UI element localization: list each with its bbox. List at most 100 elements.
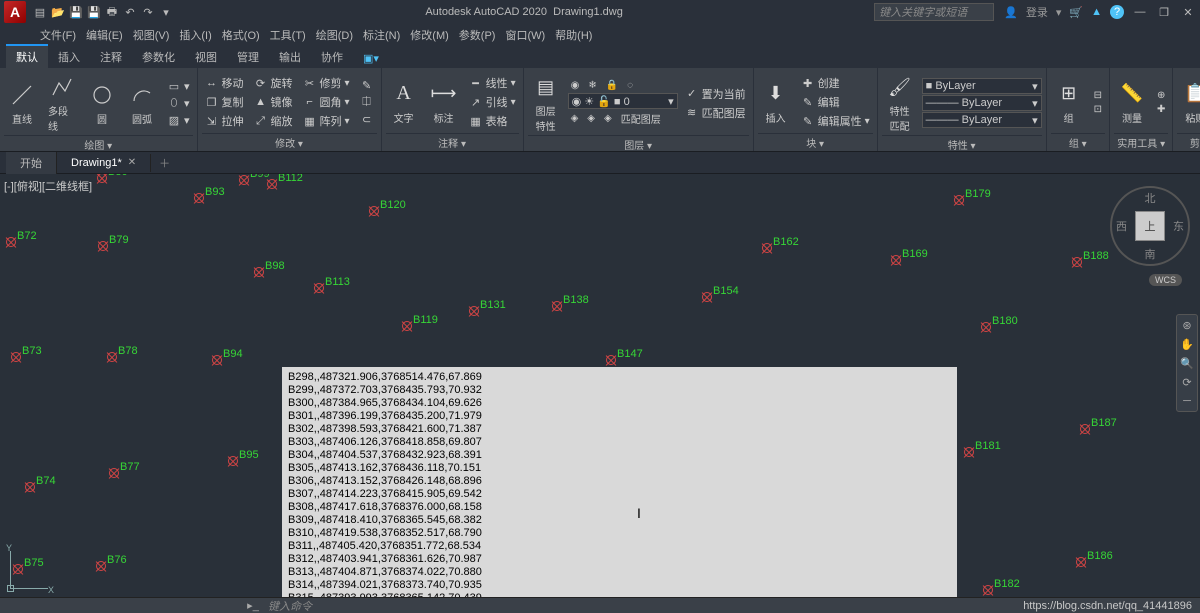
qat-open-icon[interactable]: 📂 bbox=[50, 4, 66, 20]
arc-button[interactable]: 圆弧 bbox=[124, 79, 160, 128]
viewport-label[interactable]: [-][俯视][二维线框] bbox=[4, 178, 92, 194]
user-icon[interactable]: 👤 bbox=[1004, 6, 1018, 19]
view-cube[interactable]: 北 南 东 西 上 bbox=[1110, 186, 1190, 266]
survey-point[interactable]: B154 bbox=[701, 291, 713, 303]
menu-param[interactable]: 参数(P) bbox=[455, 25, 500, 45]
qat-redo-icon[interactable]: ↷ bbox=[140, 4, 156, 20]
menu-view[interactable]: 视图(V) bbox=[129, 25, 174, 45]
ribbon-tab-annotate[interactable]: 注释 bbox=[90, 46, 132, 68]
ucs-icon[interactable]: YX bbox=[6, 547, 52, 593]
window-minimize-icon[interactable]: — bbox=[1132, 5, 1148, 19]
qat-dropdown-icon[interactable]: ▾ bbox=[158, 4, 174, 20]
layer-freeze-icon[interactable]: ❄ bbox=[585, 79, 599, 92]
scale-button[interactable]: ⤢缩放 bbox=[251, 112, 296, 130]
a360-icon[interactable]: ▲ bbox=[1091, 6, 1102, 18]
cmd-chevron-icon[interactable]: ▸_ bbox=[246, 599, 260, 613]
compass-top[interactable]: 上 bbox=[1135, 211, 1165, 241]
dimension-button[interactable]: ⟼标注 bbox=[426, 78, 462, 127]
menu-insert[interactable]: 插入(I) bbox=[175, 25, 215, 45]
edit-attr-button[interactable]: ✎编辑属性▾ bbox=[798, 112, 873, 130]
rotate-button[interactable]: ⟳旋转 bbox=[251, 74, 296, 92]
layer-dropdown[interactable]: ◉ ☀ 🔓 ■ 0▾ bbox=[568, 93, 678, 109]
layer-props-button[interactable]: ▤图层 特性 bbox=[528, 71, 564, 135]
survey-point[interactable]: B120 bbox=[368, 205, 380, 217]
group-button[interactable]: ⊞组 bbox=[1051, 78, 1087, 127]
cart-icon[interactable]: 🛒 bbox=[1069, 6, 1083, 19]
nav-orbit-icon[interactable]: ⟳ bbox=[1182, 376, 1191, 389]
stretch-button[interactable]: ⇲拉伸 bbox=[202, 112, 247, 130]
mtext-editor[interactable]: B298,,487321.906,3768514.476,67.869B299,… bbox=[282, 367, 957, 597]
survey-point[interactable]: B99 bbox=[238, 174, 250, 186]
menu-modify[interactable]: 修改(M) bbox=[406, 25, 453, 45]
compass-south[interactable]: 南 bbox=[1145, 246, 1156, 262]
util-a-icon[interactable]: ⊕ bbox=[1154, 89, 1168, 102]
panel-clip-title[interactable]: 剪贴板 bbox=[1177, 133, 1200, 151]
copy-button[interactable]: ❐复制 bbox=[202, 93, 247, 111]
survey-point[interactable]: B188 bbox=[1071, 256, 1083, 268]
compass-west[interactable]: 西 bbox=[1116, 218, 1127, 234]
survey-point[interactable]: B187 bbox=[1079, 423, 1091, 435]
group-b-icon[interactable]: ⊡ bbox=[1091, 103, 1105, 116]
panel-group-title[interactable]: 组 ▾ bbox=[1051, 133, 1105, 151]
search-box[interactable]: 键入关键字或短语 bbox=[874, 3, 994, 21]
layer-match-button[interactable]: 匹配图层 bbox=[618, 110, 664, 127]
menu-draw[interactable]: 绘图(D) bbox=[312, 25, 357, 45]
paste-button[interactable]: 📋粘贴 bbox=[1177, 78, 1200, 127]
app-logo[interactable]: A bbox=[4, 1, 26, 23]
menu-help[interactable]: 帮助(H) bbox=[551, 25, 596, 45]
lineweight-dropdown[interactable]: ——— ByLayer▾ bbox=[922, 95, 1042, 111]
table-button[interactable]: ▦表格 bbox=[466, 112, 519, 130]
menu-window[interactable]: 窗口(W) bbox=[501, 25, 549, 45]
erase-button[interactable]: ✎ bbox=[357, 77, 377, 93]
create-block-button[interactable]: ✚创建 bbox=[798, 74, 873, 92]
window-restore-icon[interactable]: ❐ bbox=[1156, 5, 1172, 19]
trim-button[interactable]: ✂修剪▾ bbox=[300, 74, 353, 92]
survey-point[interactable]: B186 bbox=[1075, 556, 1087, 568]
layer-a-icon[interactable]: ◈ bbox=[568, 110, 582, 127]
qat-plot-icon[interactable]: 🖶 bbox=[104, 4, 120, 20]
user-login-label[interactable]: 登录 bbox=[1026, 4, 1048, 20]
qat-new-icon[interactable]: ▤ bbox=[32, 4, 48, 20]
survey-point[interactable]: B182 bbox=[982, 584, 994, 596]
rectangle-button[interactable]: ▭▾ bbox=[164, 78, 193, 94]
linear-dim-button[interactable]: ━线性▾ bbox=[466, 74, 519, 92]
mirror-button[interactable]: ▲镜像 bbox=[251, 93, 296, 111]
survey-point[interactable]: B77 bbox=[108, 467, 120, 479]
layer-off-icon[interactable]: ◌ bbox=[624, 79, 636, 92]
drawing-viewport[interactable]: [-][俯视][二维线框] 北 南 东 西 上 WCS ⊛ ✋ 🔍 ⟳ ─ B8… bbox=[0, 174, 1200, 597]
survey-point[interactable]: B74 bbox=[24, 481, 36, 493]
match-props-button[interactable]: 🖌特性 匹配 bbox=[882, 71, 918, 135]
survey-point[interactable]: B95 bbox=[227, 455, 239, 467]
color-dropdown[interactable]: ■ ByLayer▾ bbox=[922, 78, 1042, 94]
survey-point[interactable]: B78 bbox=[106, 351, 118, 363]
survey-point[interactable]: B72 bbox=[5, 236, 17, 248]
insert-block-button[interactable]: ⬇插入 bbox=[758, 78, 794, 127]
panel-modify-title[interactable]: 修改 ▾ bbox=[202, 133, 377, 151]
measure-button[interactable]: 📏测量 bbox=[1114, 78, 1150, 127]
menu-format[interactable]: 格式(O) bbox=[218, 25, 264, 45]
ribbon-tab-manage[interactable]: 管理 bbox=[227, 46, 269, 68]
compass-east[interactable]: 东 bbox=[1173, 218, 1184, 234]
ribbon-tab-collab[interactable]: 协作 bbox=[311, 46, 353, 68]
leader-button[interactable]: ↗引线▾ bbox=[466, 93, 519, 111]
window-close-icon[interactable]: ✕ bbox=[1180, 5, 1196, 19]
survey-point[interactable]: B73 bbox=[10, 351, 22, 363]
ribbon-tab-output[interactable]: 输出 bbox=[269, 46, 311, 68]
array-button[interactable]: ▦阵列▾ bbox=[300, 112, 353, 130]
panel-annot-title[interactable]: 注释 ▾ bbox=[386, 133, 519, 151]
qat-save-icon[interactable]: 💾 bbox=[68, 4, 84, 20]
panel-util-title[interactable]: 实用工具 ▾ bbox=[1114, 133, 1168, 151]
ribbon-tab-insert[interactable]: 插入 bbox=[48, 46, 90, 68]
ribbon-tab-view[interactable]: 视图 bbox=[185, 46, 227, 68]
menu-file[interactable]: 文件(F) bbox=[36, 25, 80, 45]
wcs-badge[interactable]: WCS bbox=[1149, 274, 1182, 286]
group-a-icon[interactable]: ⊟ bbox=[1091, 89, 1105, 102]
util-b-icon[interactable]: ✚ bbox=[1154, 103, 1168, 116]
survey-point[interactable]: B119 bbox=[401, 320, 413, 332]
ellipse-button[interactable]: ⬯▾ bbox=[164, 95, 193, 111]
tab-close-icon[interactable]: ✕ bbox=[128, 157, 136, 168]
line-button[interactable]: 直线 bbox=[4, 79, 40, 128]
layer-iso-icon[interactable]: ◉ bbox=[568, 79, 583, 92]
explode-button[interactable]: ⎅ bbox=[357, 94, 377, 110]
ribbon-tab-more-icon[interactable]: ▣▾ bbox=[353, 49, 389, 68]
